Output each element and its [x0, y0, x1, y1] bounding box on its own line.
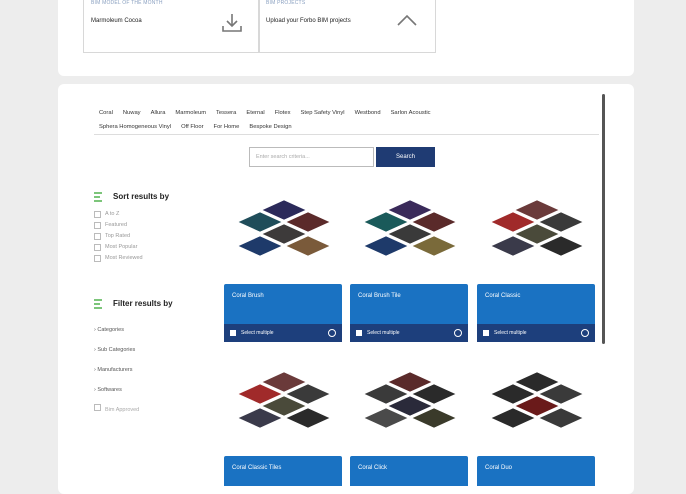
brand-nav-row-1: Coral Nuway Allura Marmoleum Tessera Eternal F…	[94, 106, 599, 120]
chevron-up-icon[interactable]	[396, 12, 418, 28]
brand-nav-item[interactable]: Westbond	[350, 110, 386, 116]
product-title[interactable]: Coral Classic Tiles	[232, 465, 281, 471]
bim-panel: BIM MODEL OF THE MONTH Marmoleum Cocoa B…	[58, 0, 634, 76]
select-multiple-checkbox[interactable]	[230, 330, 236, 336]
checkbox-icon[interactable]	[94, 404, 101, 411]
filter-option[interactable]: › Categories	[94, 320, 139, 340]
select-multiple-checkbox[interactable]	[483, 330, 489, 336]
bim-approved-label: Bim Approved	[105, 407, 140, 413]
carpet-swatch-image[interactable]	[477, 366, 597, 446]
brand-nav-item[interactable]: Step Safety Vinyl	[296, 110, 350, 116]
checkbox-icon[interactable]	[94, 233, 101, 240]
bim-approved-filter[interactable]: Bim Approved	[94, 400, 139, 420]
brand-nav-item[interactable]: Sarlon Acoustic	[386, 110, 436, 116]
filter-option[interactable]: › Sub Categories	[94, 340, 139, 360]
sort-icon	[94, 192, 102, 202]
search-button[interactable]: Search	[376, 147, 435, 167]
product-title[interactable]: Coral Classic	[485, 293, 520, 299]
download-icon[interactable]	[221, 12, 243, 34]
carpet-swatch-image[interactable]	[350, 194, 470, 274]
checkbox-icon[interactable]	[94, 211, 101, 218]
sort-option[interactable]: Featured	[94, 220, 143, 231]
filter-options: › Categories › Sub Categories › Manufactur…	[94, 320, 139, 420]
sort-options: A to Z Featured Top Rated Most Popular Most …	[94, 209, 143, 264]
carpet-swatch-image[interactable]	[350, 366, 470, 446]
download-icon[interactable]	[454, 329, 462, 337]
sort-option[interactable]: A to Z	[94, 209, 143, 220]
sort-option-label: Top Rated	[105, 233, 131, 239]
brand-nav: Coral Nuway Allura Marmoleum Tessera Eternal F…	[94, 106, 599, 134]
select-multiple-label: Select multiple	[494, 330, 527, 336]
bim-projects-kicker: BIM PROJECTS	[266, 0, 306, 6]
brand-nav-item[interactable]: Off Floor	[176, 124, 208, 130]
filter-heading: Filter results by	[113, 299, 173, 308]
brand-nav-item[interactable]: Sphera Homogeneous Vinyl	[94, 124, 176, 130]
sort-option[interactable]: Most Popular	[94, 242, 143, 253]
carpet-swatch-image[interactable]	[224, 366, 344, 446]
product-browser: Coral Nuway Allura Marmoleum Tessera Eternal F…	[58, 84, 634, 494]
checkbox-icon[interactable]	[94, 222, 101, 229]
sort-heading: Sort results by	[113, 192, 170, 201]
tile-footer: Select multiple	[350, 324, 468, 342]
select-multiple-label: Select multiple	[367, 330, 400, 336]
bim-projects-text: Upload your Forbo BIM projects	[266, 18, 351, 24]
product-tile[interactable]: Coral Duo	[477, 456, 595, 486]
sort-option[interactable]: Top Rated	[94, 231, 143, 242]
scrollbar[interactable]	[602, 94, 605, 344]
brand-nav-item[interactable]: Marmoleum	[170, 110, 211, 116]
nav-divider	[94, 134, 599, 135]
brand-nav-item[interactable]: Nuway	[118, 110, 146, 116]
sort-option-label: Most Popular	[105, 244, 138, 250]
product-title[interactable]: Coral Duo	[485, 465, 512, 471]
sort-option[interactable]: Most Reviewed	[94, 253, 143, 264]
download-icon[interactable]	[328, 329, 336, 337]
product-tile[interactable]: Coral Click	[350, 456, 468, 486]
carpet-swatch-image[interactable]	[477, 194, 597, 274]
filter-option[interactable]: › Softwares	[94, 380, 139, 400]
brand-nav-item[interactable]: Allura	[146, 110, 171, 116]
brand-nav-item[interactable]: Eternal	[241, 110, 269, 116]
bim-projects[interactable]: BIM PROJECTS Upload your Forbo BIM proje…	[258, 0, 436, 53]
product-tile[interactable]: Coral Classic Tiles	[224, 456, 342, 486]
product-tile[interactable]: Coral Brush Select multiple	[224, 284, 342, 342]
filter-option[interactable]: › Manufacturers	[94, 360, 139, 380]
product-title[interactable]: Coral Click	[358, 465, 387, 471]
brand-nav-item[interactable]: For Home	[209, 124, 245, 130]
product-title[interactable]: Coral Brush	[232, 293, 264, 299]
filter-icon	[94, 299, 102, 309]
brand-nav-row-2: Sphera Homogeneous Vinyl Off Floor For Hom…	[94, 120, 599, 134]
checkbox-icon[interactable]	[94, 255, 101, 262]
sort-option-label: A to Z	[105, 211, 120, 217]
checkbox-icon[interactable]	[94, 244, 101, 251]
select-multiple-label: Select multiple	[241, 330, 274, 336]
select-multiple-checkbox[interactable]	[356, 330, 362, 336]
search-input[interactable]: Enter search criteria...	[249, 147, 374, 167]
tile-footer: Select multiple	[477, 324, 595, 342]
product-tile[interactable]: Coral Classic Select multiple	[477, 284, 595, 342]
sort-option-label: Featured	[105, 222, 128, 228]
product-tile[interactable]: Coral Brush Tile Select multiple	[350, 284, 468, 342]
bim-model-text: Marmoleum Cocoa	[91, 18, 142, 24]
sort-option-label: Most Reviewed	[105, 255, 143, 261]
download-icon[interactable]	[581, 329, 589, 337]
brand-nav-item[interactable]: Flotex	[270, 110, 296, 116]
brand-nav-item[interactable]: Coral	[94, 110, 118, 116]
brand-nav-item[interactable]: Tessera	[211, 110, 241, 116]
bim-model-of-month[interactable]: BIM MODEL OF THE MONTH Marmoleum Cocoa	[83, 0, 260, 53]
brand-nav-item[interactable]: Bespoke Design	[244, 124, 296, 130]
product-title[interactable]: Coral Brush Tile	[358, 293, 401, 299]
tile-footer: Select multiple	[224, 324, 342, 342]
carpet-swatch-image[interactable]	[224, 194, 344, 274]
bim-model-kicker: BIM MODEL OF THE MONTH	[91, 0, 163, 6]
